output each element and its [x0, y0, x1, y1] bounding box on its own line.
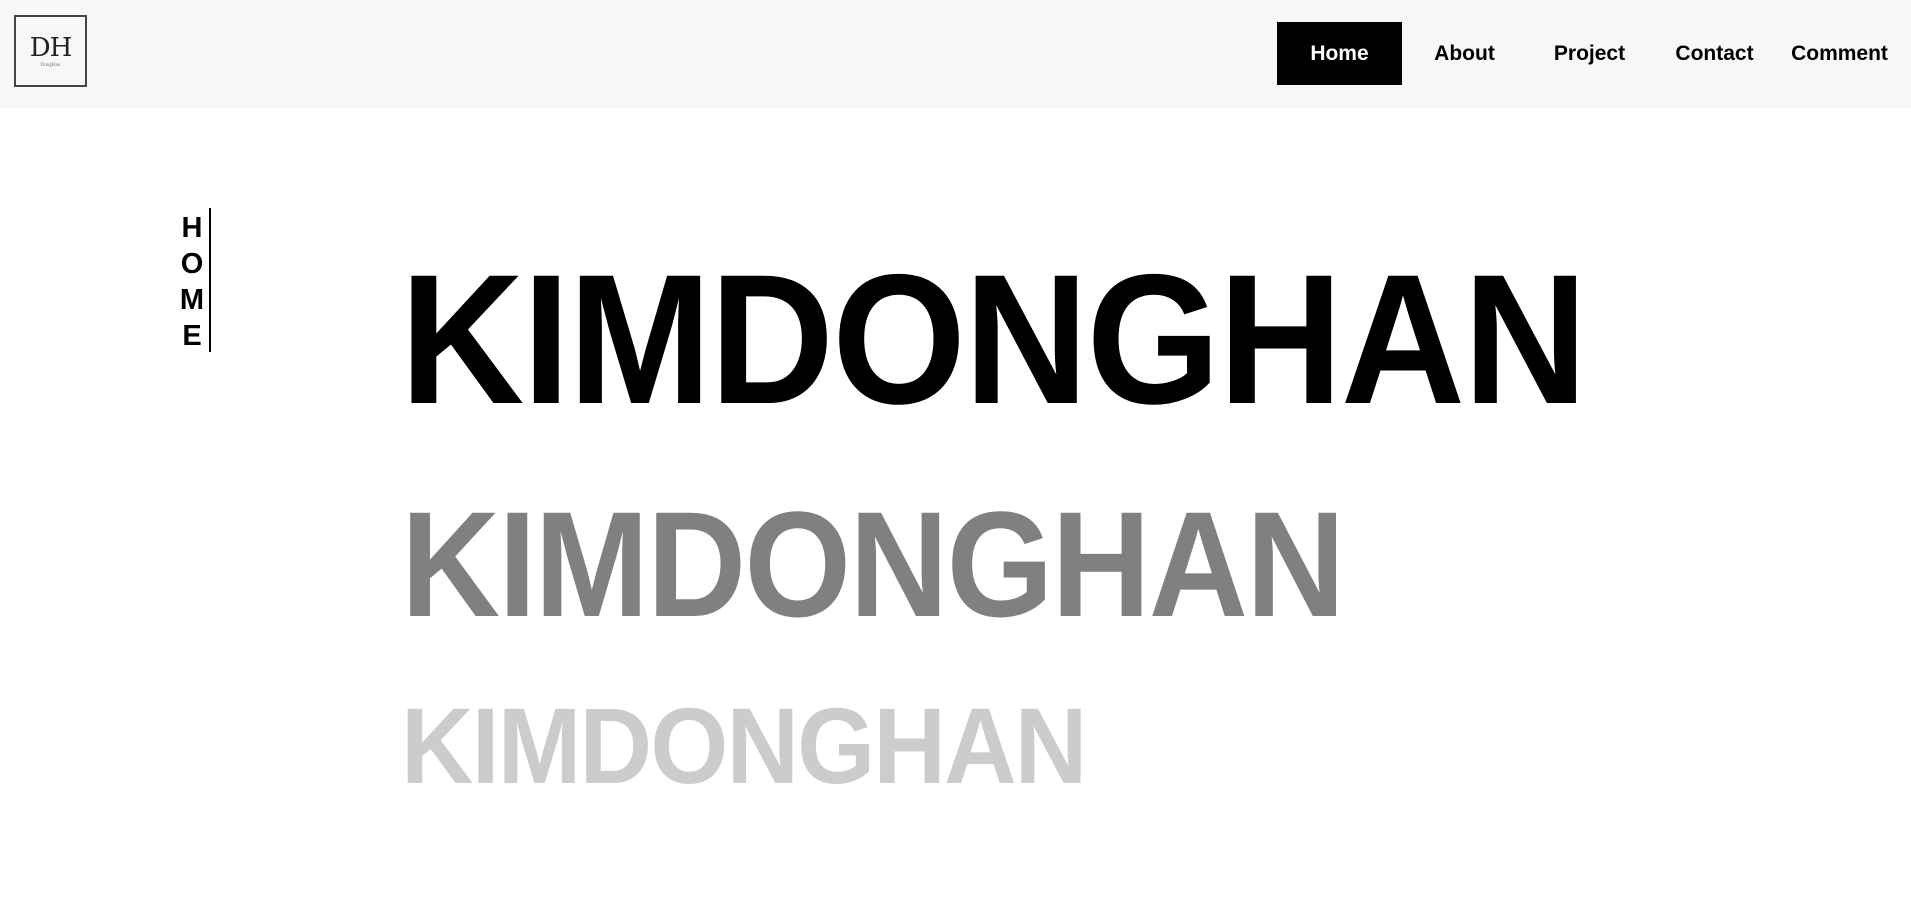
hero-title-secondary: KIMDONGHAN: [401, 480, 1345, 648]
hero-title-primary: KIMDONGHAN: [400, 237, 1588, 443]
nav-comment-button[interactable]: Comment: [1777, 22, 1902, 85]
main-nav: Home About Project Contact Comment: [1277, 22, 1902, 85]
nav-about-button[interactable]: About: [1402, 22, 1527, 85]
hero-title-tertiary: KIMDONGHAN: [401, 685, 1087, 806]
nav-home-button[interactable]: Home: [1277, 22, 1402, 85]
nav-contact-button[interactable]: Contact: [1652, 22, 1777, 85]
site-logo[interactable]: DH DongHan: [14, 15, 87, 87]
section-label-vertical: H O M E: [179, 212, 205, 352]
site-header: DH DongHan Home About Project Contact Co…: [0, 0, 1911, 108]
nav-project-button[interactable]: Project: [1527, 22, 1652, 85]
logo-mark: DH: [29, 33, 73, 63]
logo-subtext: DongHan: [40, 63, 61, 68]
section-label-divider: [209, 208, 211, 352]
